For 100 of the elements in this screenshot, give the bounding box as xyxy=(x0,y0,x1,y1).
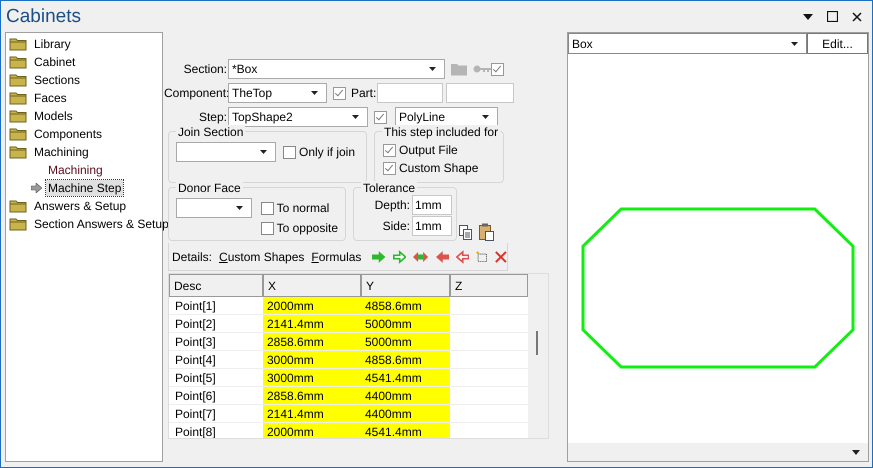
folder-icon xyxy=(9,91,28,105)
group-title: This step included for xyxy=(382,125,500,139)
field-label: Part: xyxy=(351,86,376,100)
column-header[interactable]: Y xyxy=(361,274,450,297)
delete-icon[interactable] xyxy=(495,250,508,264)
field-label: Depth: xyxy=(374,198,410,212)
checkbox-label: Custom Shape xyxy=(399,161,478,175)
details-tab[interactable]: Formulas xyxy=(311,250,362,264)
tolerance-field[interactable]: 1mm xyxy=(412,195,452,215)
edit-button[interactable]: Edit... xyxy=(807,33,868,54)
folder-icon xyxy=(9,217,28,231)
tree-item[interactable]: Machine Step xyxy=(46,180,124,196)
tree-item[interactable]: Machining xyxy=(32,144,91,160)
tree-item[interactable]: Models xyxy=(32,108,75,124)
table-cell-text: Point[8] xyxy=(174,424,217,438)
details-label: Details: xyxy=(172,250,212,264)
details-tab[interactable]: Custom Shapes xyxy=(219,250,304,264)
tree-item[interactable]: Section Answers & Setup xyxy=(32,216,171,232)
field-label: Component: xyxy=(164,86,227,100)
table-cell: 3000mm xyxy=(263,351,361,368)
new-selection-icon[interactable] xyxy=(476,250,488,264)
tolerance-field[interactable]: 1mm xyxy=(412,216,452,236)
shape-dropdown[interactable]: Box xyxy=(568,33,807,54)
field-label: Step: xyxy=(198,110,227,124)
component-dropdown[interactable]: TheTop xyxy=(228,83,327,103)
caret-icon xyxy=(236,206,243,210)
table-cell-text: Point[3] xyxy=(174,334,217,350)
checkbox-label: To opposite xyxy=(276,221,338,235)
checkbox[interactable] xyxy=(260,222,274,234)
table-cell: 4858.6mm xyxy=(361,351,450,368)
table-cell: 4400mm xyxy=(361,387,450,404)
checkbox[interactable] xyxy=(491,62,504,76)
double-arrow-icon[interactable] xyxy=(413,250,429,264)
tree-item[interactable]: Faces xyxy=(32,90,69,106)
column-header[interactable]: X xyxy=(263,274,361,297)
scrollbar-thumb[interactable] xyxy=(536,331,538,355)
folder-icon xyxy=(9,73,28,87)
folder-icon xyxy=(9,37,28,51)
checkbox-label: Only if join xyxy=(299,145,356,159)
caret-icon xyxy=(482,115,489,119)
column-header[interactable]: Desc xyxy=(169,274,263,297)
arrow-right-icon[interactable] xyxy=(372,250,386,264)
table-cell: 2000mm xyxy=(263,423,361,438)
checkbox[interactable] xyxy=(374,110,387,124)
field-label: Section: xyxy=(182,62,227,76)
table-cell: 5000mm xyxy=(361,333,450,350)
checkbox[interactable] xyxy=(283,146,296,158)
section-dropdown[interactable]: *Box xyxy=(228,59,445,79)
tree-item[interactable]: Library xyxy=(32,36,73,52)
copy-icon[interactable] xyxy=(459,225,473,241)
tree-item[interactable]: Machining xyxy=(46,162,105,178)
group-title: Join Section xyxy=(176,125,246,139)
checkbox[interactable] xyxy=(333,86,346,100)
maximize-icon[interactable] xyxy=(827,11,838,22)
checkbox[interactable] xyxy=(260,202,274,214)
table-cell: 4541.4mm xyxy=(361,369,450,386)
close-icon[interactable] xyxy=(852,12,862,22)
column-header[interactable]: Z xyxy=(450,274,528,297)
folder-icon xyxy=(9,199,28,213)
donor-face-dropdown[interactable] xyxy=(176,198,252,218)
arrow-left-icon[interactable] xyxy=(436,250,449,264)
table-cell: 2000mm xyxy=(263,297,361,314)
step-type-dropdown[interactable]: PolyLine xyxy=(395,107,498,127)
checkbox-label: To normal xyxy=(276,201,330,215)
arrow-right-icon[interactable] xyxy=(392,250,406,264)
table-cell: 4400mm xyxy=(361,405,450,422)
dropdown-icon[interactable] xyxy=(803,14,813,20)
checkbox-label: Output File xyxy=(399,143,458,157)
folder-icon xyxy=(9,145,28,159)
table-cell: 5000mm xyxy=(361,315,450,332)
checkbox[interactable] xyxy=(383,144,396,156)
table-cell-text: Point[7] xyxy=(174,406,217,422)
part-field[interactable] xyxy=(446,83,514,103)
tree-item[interactable]: Components xyxy=(32,126,104,142)
folder-icon xyxy=(9,109,28,123)
tree-item[interactable]: Answers & Setup xyxy=(32,198,128,214)
table-cell: 2141.4mm xyxy=(263,315,361,332)
paste-icon[interactable] xyxy=(479,223,495,241)
arrow-icon xyxy=(31,183,42,193)
field-label: Side: xyxy=(382,219,410,233)
table-cell-text: Point[1] xyxy=(174,298,217,314)
caret-icon xyxy=(311,91,318,95)
folder-icon xyxy=(9,55,28,69)
tree-item[interactable]: Cabinet xyxy=(32,54,78,70)
table-cell: 4541.4mm xyxy=(361,423,450,438)
arrow-left-icon[interactable] xyxy=(456,250,470,264)
checkbox[interactable] xyxy=(383,162,396,174)
caret-icon xyxy=(260,150,267,154)
join-dropdown[interactable] xyxy=(176,142,276,162)
step-dropdown[interactable]: TopShape2 xyxy=(228,107,368,127)
window-title: Cabinets xyxy=(6,6,81,28)
table-cell: 2858.6mm xyxy=(263,333,361,350)
tree-item[interactable]: Sections xyxy=(32,72,82,88)
part-field[interactable] xyxy=(377,83,444,103)
caret-icon xyxy=(352,115,359,119)
table-cell: 2141.4mm xyxy=(263,405,361,422)
table-cell-text: Point[6] xyxy=(174,388,217,404)
table-cell-text: Point[5] xyxy=(174,370,217,386)
caret-icon[interactable] xyxy=(852,450,860,454)
table-cell: 2858.6mm xyxy=(263,387,361,404)
